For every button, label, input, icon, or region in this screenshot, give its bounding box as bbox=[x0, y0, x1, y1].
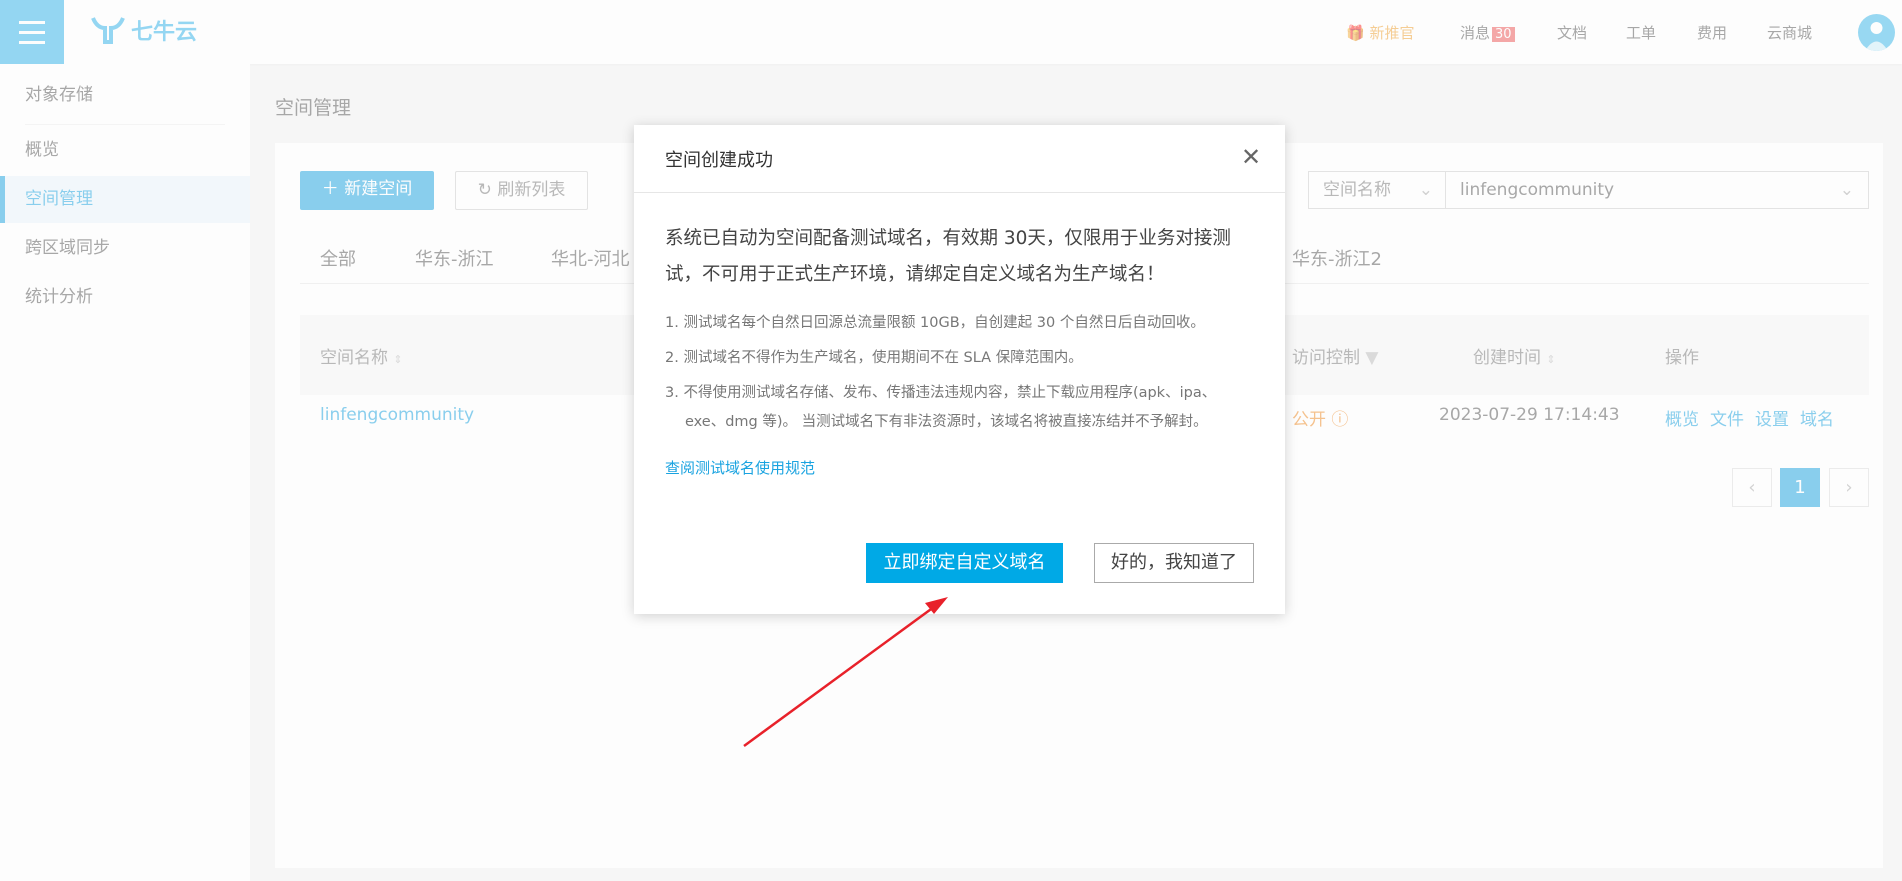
select-value: 空间名称 bbox=[1323, 180, 1391, 200]
note-item: 1. 测试域名每个自然日回源总流量限额 10GB，自创建起 30 个自然日后自动… bbox=[665, 315, 1205, 331]
top-bar: 七牛云 🎁 新推官 消息 30 文档 工单 费用 云商城 bbox=[0, 0, 1902, 64]
page-1-button[interactable]: 1 bbox=[1780, 468, 1820, 507]
logo[interactable]: 七牛云 bbox=[91, 14, 197, 46]
nav-messages[interactable]: 消息 30 bbox=[1460, 22, 1515, 43]
plus-icon: ＋ bbox=[321, 179, 339, 199]
sidebar-item-cross-region-sync[interactable]: 跨区域同步 bbox=[0, 225, 250, 272]
header-label: 访问控制 bbox=[1292, 348, 1360, 368]
nav-docs[interactable]: 文档 bbox=[1557, 22, 1587, 43]
logo-text: 七牛云 bbox=[131, 20, 198, 45]
nav-billing[interactable]: 费用 bbox=[1697, 22, 1727, 43]
action-settings[interactable]: 设置 bbox=[1755, 405, 1789, 430]
note-item: 3. 不得使用测试域名存储、发布、传播违法违规内容，禁止下载应用程序(apk、i… bbox=[665, 385, 1217, 430]
header-label: 创建时间 bbox=[1473, 348, 1541, 368]
message-count-badge: 30 bbox=[1492, 27, 1515, 42]
prev-page-button[interactable]: ‹ bbox=[1732, 468, 1772, 507]
acknowledge-button[interactable]: 好的，我知道了 bbox=[1094, 543, 1254, 583]
nav-promo[interactable]: 🎁 新推官 bbox=[1346, 22, 1414, 43]
new-bucket-button[interactable]: ＋ 新建空间 bbox=[300, 171, 434, 210]
nav-tickets[interactable]: 工单 bbox=[1626, 22, 1656, 43]
column-header-name[interactable]: 空间名称 ⇕ bbox=[320, 343, 403, 368]
user-icon bbox=[1865, 22, 1888, 51]
action-domains[interactable]: 域名 bbox=[1800, 405, 1834, 430]
header-label: 空间名称 bbox=[320, 348, 388, 368]
input-value: linfengcommunity bbox=[1460, 180, 1615, 200]
filter-icon: ▼ bbox=[1365, 348, 1379, 368]
notes-list: 1. 测试域名每个自然日回源总流量限额 10GB，自创建起 30 个自然日后自动… bbox=[665, 309, 1255, 443]
dialog-title: 空间创建成功 bbox=[665, 150, 773, 171]
refresh-list-button[interactable]: ↻ 刷新列表 bbox=[455, 171, 588, 210]
bucket-created-dialog: 空间创建成功 ✕ 系统已自动为空间配备测试域名，有效期 30天，仅限用于业务对接… bbox=[634, 125, 1285, 614]
avatar[interactable] bbox=[1858, 14, 1895, 51]
note-item: 2. 测试域名不得作为生产域名，使用期间不在 SLA 保障范围内。 bbox=[665, 350, 1083, 366]
menu-icon[interactable] bbox=[0, 0, 64, 64]
sort-icon: ⇕ bbox=[393, 353, 403, 366]
button-label: 新建空间 bbox=[344, 179, 413, 199]
nav-marketplace[interactable]: 云商城 bbox=[1767, 22, 1812, 43]
action-files[interactable]: 文件 bbox=[1710, 405, 1744, 430]
tab-east-zhejiang2[interactable]: 华东-浙江2 bbox=[1292, 245, 1382, 271]
divider bbox=[25, 124, 225, 125]
sidebar-item-statistics[interactable]: 统计分析 bbox=[0, 274, 250, 321]
test-domain-policy-link[interactable]: 查阅测试域名使用规范 bbox=[665, 457, 815, 478]
close-icon[interactable]: ✕ bbox=[1241, 143, 1261, 171]
status-text: 公开 bbox=[1292, 410, 1326, 430]
refresh-icon: ↻ bbox=[477, 180, 492, 200]
next-page-button[interactable]: › bbox=[1829, 468, 1869, 507]
dialog-message: 系统已自动为空间配备测试域名，有效期 30天，仅限用于业务对接测试，不可用于正式… bbox=[665, 228, 1231, 285]
button-label: 刷新列表 bbox=[497, 180, 566, 200]
sidebar-item-overview[interactable]: 概览 bbox=[0, 127, 250, 174]
sort-icon: ⇕ bbox=[1546, 353, 1556, 366]
dialog-header: 空间创建成功 ✕ bbox=[634, 125, 1285, 193]
bucket-name-link[interactable]: linfengcommunity bbox=[320, 405, 474, 425]
sidebar-section-title: 对象存储 bbox=[25, 85, 93, 105]
created-time: 2023-07-29 17:14:43 bbox=[1439, 405, 1620, 425]
gift-icon: 🎁 bbox=[1346, 24, 1365, 42]
column-header-created[interactable]: 创建时间 ⇕ bbox=[1473, 343, 1556, 368]
sidebar-item-bucket-management[interactable]: 空间管理 bbox=[0, 176, 250, 223]
page-title: 空间管理 bbox=[275, 97, 352, 119]
access-status: 公开 ⓘ bbox=[1292, 405, 1348, 430]
column-header-actions: 操作 bbox=[1665, 348, 1699, 368]
column-header-access[interactable]: 访问控制 ▼ bbox=[1292, 343, 1378, 368]
search-input[interactable]: linfengcommunity ⌄ bbox=[1446, 171, 1869, 209]
tab-all[interactable]: 全部 bbox=[320, 245, 356, 271]
search-field-select[interactable]: 空间名称 ⌄ bbox=[1308, 171, 1446, 209]
nav-label: 新推官 bbox=[1369, 24, 1415, 42]
info-icon[interactable]: ⓘ bbox=[1331, 410, 1348, 430]
bind-custom-domain-button[interactable]: 立即绑定自定义域名 bbox=[866, 543, 1063, 583]
nav-label: 消息 bbox=[1460, 24, 1491, 42]
tab-north-hebei[interactable]: 华北-河北 bbox=[551, 245, 630, 271]
chevron-down-icon: ⌄ bbox=[1418, 180, 1433, 200]
sidebar: 对象存储 概览 空间管理 跨区域同步 统计分析 bbox=[0, 64, 250, 881]
chevron-down-icon: ⌄ bbox=[1839, 180, 1854, 200]
tab-east-zhejiang[interactable]: 华东-浙江 bbox=[415, 245, 494, 271]
action-overview[interactable]: 概览 bbox=[1665, 405, 1699, 430]
logo-icon bbox=[91, 17, 125, 44]
